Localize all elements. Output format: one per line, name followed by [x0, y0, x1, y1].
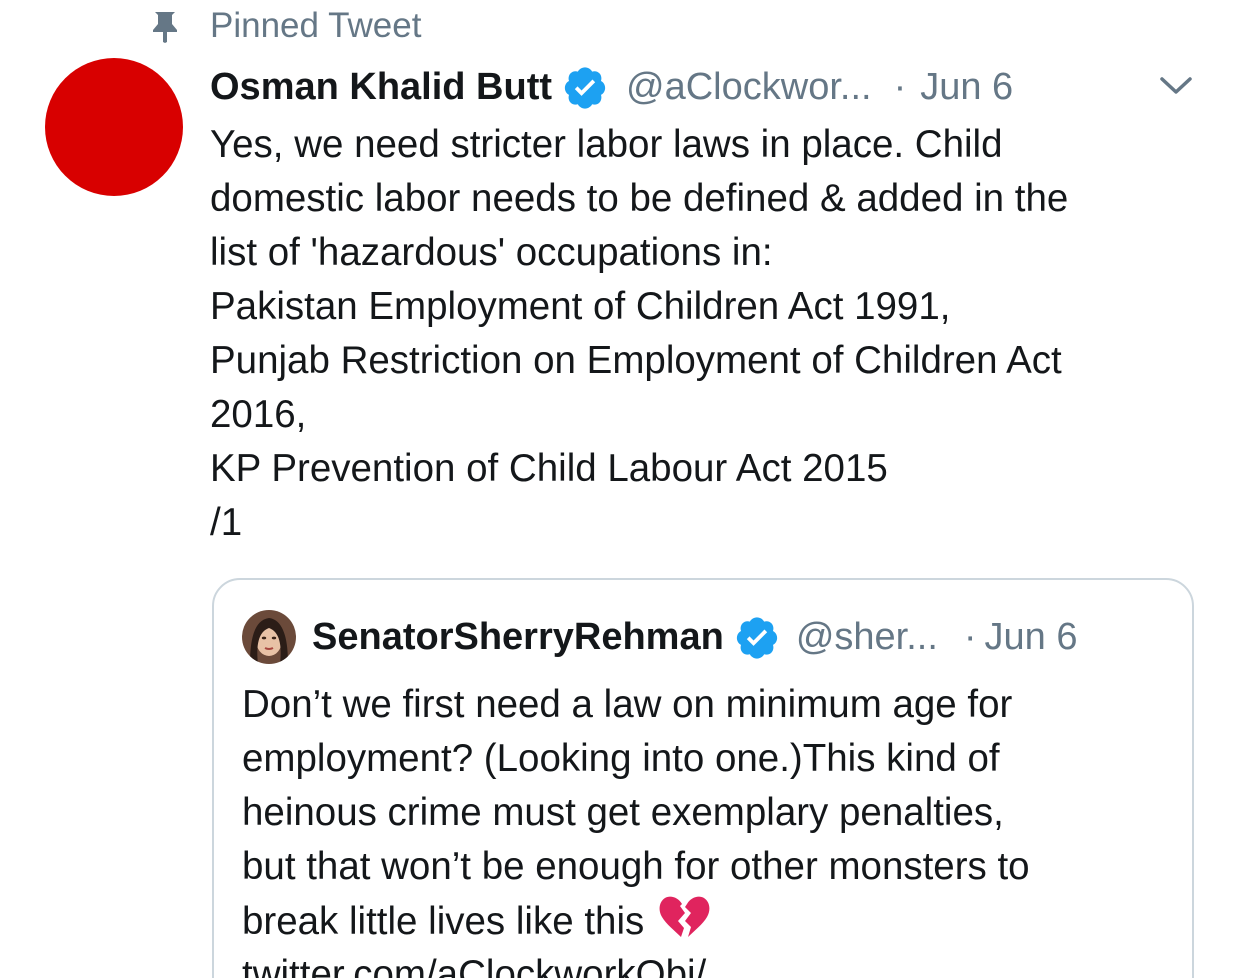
- author-display-name[interactable]: Osman Khalid Butt: [210, 66, 552, 109]
- tweet-text-line: list of 'hazardous' occupations in:: [210, 231, 773, 274]
- verified-badge-icon: [562, 64, 608, 110]
- quoted-text-line: heinous crime must get exemplary penalti…: [242, 791, 1004, 834]
- quoted-tweet-text: Don’t we first need a law on minimum age…: [242, 678, 1182, 978]
- tweet-text-line: /1: [210, 501, 243, 544]
- tweet-text-line: Pakistan Employment of Children Act 1991…: [210, 285, 951, 328]
- pinned-tweet-label: Pinned Tweet: [210, 6, 422, 45]
- tweet-text: Yes, we need stricter labor laws in plac…: [210, 118, 1220, 550]
- pinned-tweet-indicator: Pinned Tweet: [150, 4, 421, 48]
- quoted-text-line: employment? (Looking into one.)This kind…: [242, 737, 1000, 780]
- quoted-text-line: break little lives like this: [242, 900, 645, 943]
- tweet-date[interactable]: Jun 6: [920, 66, 1013, 109]
- tweet-text-line: domestic labor needs to be defined & add…: [210, 177, 1069, 220]
- quoted-tweet-card[interactable]: SenatorSherryRehman @sher... · Jun 6 Don…: [212, 578, 1194, 978]
- quoted-author-avatar: [242, 610, 296, 664]
- quoted-author-display-name[interactable]: SenatorSherryRehman: [312, 616, 724, 659]
- quoted-text-line-last: break little lives like this: [242, 894, 1182, 948]
- header-separator: ·: [893, 65, 907, 108]
- quoted-header-separator: ·: [963, 615, 977, 658]
- verified-badge-icon: [734, 614, 780, 660]
- quoted-tweet-header: SenatorSherryRehman @sher... · Jun 6: [242, 610, 1078, 664]
- tweet-text-line: Punjab Restriction on Employment of Chil…: [210, 339, 1062, 382]
- quoted-tweet-link[interactable]: twitter.com/aClockworkObi/...: [242, 948, 1182, 978]
- tweet-text-line: Yes, we need stricter labor laws in plac…: [210, 123, 1003, 166]
- quoted-author-handle[interactable]: @sher...: [796, 616, 938, 659]
- chevron-down-icon[interactable]: [1156, 70, 1196, 100]
- pinned-tweet-page: Pinned Tweet Osman Khalid Butt @aClockwo…: [0, 0, 1242, 978]
- tweet-text-line: KP Prevention of Child Labour Act 2015: [210, 447, 888, 490]
- quoted-text-line: Don’t we first need a law on minimum age…: [242, 683, 1013, 726]
- quoted-text-line: but that won’t be enough for other monst…: [242, 845, 1030, 888]
- author-avatar[interactable]: [45, 58, 183, 196]
- tweet-text-line: 2016,: [210, 393, 307, 436]
- quoted-tweet-date: Jun 6: [984, 615, 1078, 658]
- broken-heart-icon: [658, 894, 710, 940]
- tweet-header: Osman Khalid Butt @aClockwor... · Jun 6: [210, 62, 1013, 112]
- pin-icon: [150, 9, 180, 43]
- author-handle[interactable]: @aClockwor...: [626, 66, 872, 109]
